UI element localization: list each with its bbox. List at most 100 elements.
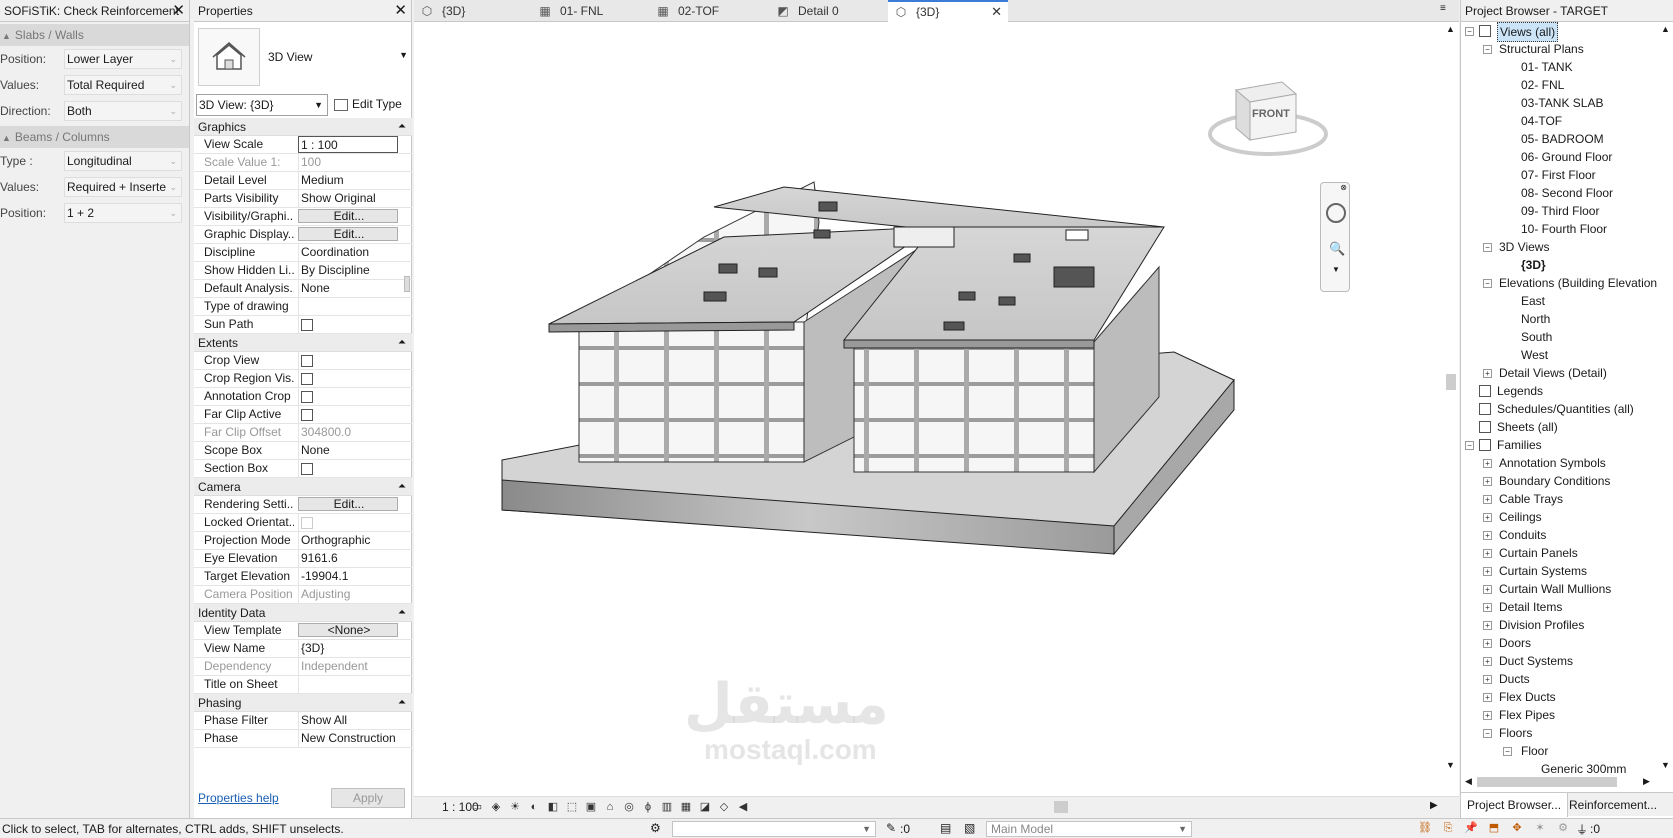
tree-node[interactable]: − Elevations (Building Elevation) xyxy=(1461,274,1657,292)
tree-node[interactable]: + Ceilings xyxy=(1461,508,1657,526)
tree-node[interactable]: − Views (all) xyxy=(1461,22,1657,42)
type-selector[interactable]: 3D View ▼ xyxy=(196,24,410,92)
sun-path-icon[interactable]: ☀ xyxy=(508,800,522,814)
editable-only-icon[interactable]: ✎ xyxy=(886,821,896,835)
chevron-down-icon[interactable]: ▼ xyxy=(1661,760,1670,770)
tree-node[interactable]: West xyxy=(1461,346,1657,364)
property-value[interactable]: By Discipline xyxy=(298,262,398,279)
sofistik-section-header[interactable]: ▲ Slabs / Walls xyxy=(0,24,189,46)
tree-node[interactable]: + Conduits xyxy=(1461,526,1657,544)
collapse-icon[interactable]: − xyxy=(1483,729,1492,738)
close-icon[interactable]: ✕ xyxy=(991,2,1002,22)
tree-node[interactable]: 04-TOF xyxy=(1461,112,1657,130)
scroll-thumb[interactable] xyxy=(1446,374,1456,390)
tree-node[interactable]: 07- First Floor xyxy=(1461,166,1657,184)
scroll-thumb[interactable] xyxy=(1054,801,1068,813)
option-dropdown[interactable]: 1 + 2 ⌄ xyxy=(64,203,182,223)
tree-node[interactable]: + Cable Trays xyxy=(1461,490,1657,508)
tree-node[interactable]: {3D} xyxy=(1461,256,1657,274)
visual-style-icon[interactable]: ◈ xyxy=(489,800,503,814)
property-value[interactable]: Show Original xyxy=(298,190,398,207)
expand-icon[interactable]: + xyxy=(1483,639,1492,648)
property-edit-button[interactable]: Edit... xyxy=(298,227,398,241)
chevron-right-icon[interactable]: ▶ xyxy=(1430,800,1438,811)
tree-node[interactable]: East xyxy=(1461,292,1657,310)
tree-node[interactable]: Legends xyxy=(1461,382,1657,400)
property-edit-button[interactable]: Edit... xyxy=(298,209,398,223)
option-dropdown[interactable]: Longitudinal ⌄ xyxy=(64,151,182,171)
view-cube[interactable]: FRONT xyxy=(1208,72,1328,162)
chevron-down-icon[interactable]: ▼ xyxy=(399,50,408,60)
filter-icon[interactable]: ⏚ xyxy=(1576,821,1588,838)
tree-node[interactable]: Sheets (all) xyxy=(1461,418,1657,436)
property-value[interactable]: None xyxy=(298,442,398,459)
temporary-hide-icon[interactable]: ◎ xyxy=(622,800,636,814)
collapse-icon[interactable]: ⏶ xyxy=(398,334,406,352)
expand-icon[interactable]: + xyxy=(1483,693,1492,702)
tab-menu-icon[interactable]: ≡ xyxy=(1440,3,1446,14)
properties-help-link[interactable]: Properties help xyxy=(198,791,279,805)
tree-node[interactable]: 08- Second Floor xyxy=(1461,184,1657,202)
view-selector-dropdown[interactable]: 3D View: {3D} ▼ xyxy=(196,94,328,116)
reveal-hidden-icon[interactable]: ϕ xyxy=(641,800,655,814)
property-edit-button[interactable]: Edit... xyxy=(298,497,398,511)
tab-view[interactable]: ⬡ {3D} ✕ xyxy=(888,0,1008,23)
background-process-icon[interactable]: ⚙ xyxy=(1556,821,1570,835)
property-value[interactable] xyxy=(298,676,398,693)
tree-node[interactable]: + Detail Views (Detail) xyxy=(1461,364,1657,382)
expand-icon[interactable]: + xyxy=(1483,369,1492,378)
tree-node[interactable]: + Duct Systems xyxy=(1461,652,1657,670)
expand-icon[interactable]: + xyxy=(1483,675,1492,684)
tree-node[interactable]: + Curtain Wall Mullions xyxy=(1461,580,1657,598)
close-icon[interactable]: ✕ xyxy=(394,0,407,22)
unlocked-3d-view-icon[interactable]: ⌂ xyxy=(603,800,617,814)
property-checkbox[interactable] xyxy=(301,373,313,385)
tree-node[interactable]: −3D Views xyxy=(1461,238,1657,256)
expand-icon[interactable]: + xyxy=(1483,459,1492,468)
highlight-displacement-icon[interactable]: ◇ xyxy=(717,800,731,814)
tree-node[interactable]: 10- Fourth Floor xyxy=(1461,220,1657,238)
tree-node[interactable]: + Boundary Conditions xyxy=(1461,472,1657,490)
analytical-model-icon[interactable]: ◪ xyxy=(698,800,712,814)
property-value[interactable]: New Construction xyxy=(298,730,398,747)
option-dropdown[interactable]: Required + Inserte ⌄ xyxy=(64,177,182,197)
tab-project-browser[interactable]: Project Browser... xyxy=(1461,793,1569,817)
tab-view[interactable]: ▦ 02-TOF xyxy=(650,0,768,22)
tab-view[interactable]: ⬡ {3D} xyxy=(414,0,532,22)
expand-icon[interactable]: + xyxy=(1483,657,1492,666)
tree-node[interactable]: − Floor xyxy=(1461,742,1657,760)
scroll-thumb[interactable] xyxy=(1477,777,1617,787)
property-value[interactable]: {3D} xyxy=(298,640,398,657)
apply-button[interactable]: Apply xyxy=(331,788,405,808)
tree-node[interactable]: + Doors xyxy=(1461,634,1657,652)
expand-icon[interactable]: + xyxy=(1483,585,1492,594)
option-dropdown[interactable]: Total Required ⌄ xyxy=(64,75,182,95)
property-group-header[interactable]: Graphics ⏶ xyxy=(194,118,412,136)
option-dropdown[interactable]: Both ⌄ xyxy=(64,101,182,121)
tree-node[interactable]: Generic 300mm xyxy=(1461,760,1657,774)
property-checkbox[interactable] xyxy=(301,319,313,331)
select-links-icon[interactable]: ⛓ xyxy=(1418,821,1432,835)
3d-viewport[interactable]: FRONT ⊗ 🔍 ▼ مستقل mostaql.com ▲ ▼ xyxy=(414,22,1459,796)
tree-node[interactable]: − Families xyxy=(1461,436,1657,454)
expand-icon[interactable]: + xyxy=(1483,621,1492,630)
property-checkbox[interactable] xyxy=(301,463,313,475)
property-value[interactable]: Coordination xyxy=(298,244,398,261)
select-by-face-icon[interactable]: ⬒ xyxy=(1487,821,1501,835)
chevron-left-icon[interactable]: ◀ xyxy=(1465,776,1472,787)
expand-icon[interactable]: + xyxy=(1483,477,1492,486)
tree-node[interactable]: South xyxy=(1461,328,1657,346)
property-group-header[interactable]: Extents ⏶ xyxy=(194,334,412,352)
tree-node[interactable]: + Division Profiles xyxy=(1461,616,1657,634)
collapse-icon[interactable]: − xyxy=(1483,45,1492,54)
property-checkbox[interactable] xyxy=(301,391,313,403)
property-value[interactable]: -19904.1 xyxy=(298,568,398,585)
property-group-header[interactable]: Camera ⏶ xyxy=(194,478,412,496)
tree-node[interactable]: 06- Ground Floor xyxy=(1461,148,1657,166)
property-checkbox[interactable] xyxy=(301,409,313,421)
zoom-icon[interactable]: 🔍 xyxy=(1329,241,1345,257)
tree-node[interactable]: + Curtain Systems xyxy=(1461,562,1657,580)
tree-node[interactable]: − Structural Plans xyxy=(1461,40,1657,58)
rendering-icon[interactable]: ◧ xyxy=(546,800,560,814)
collapse-icon[interactable]: ⏶ xyxy=(398,604,406,622)
